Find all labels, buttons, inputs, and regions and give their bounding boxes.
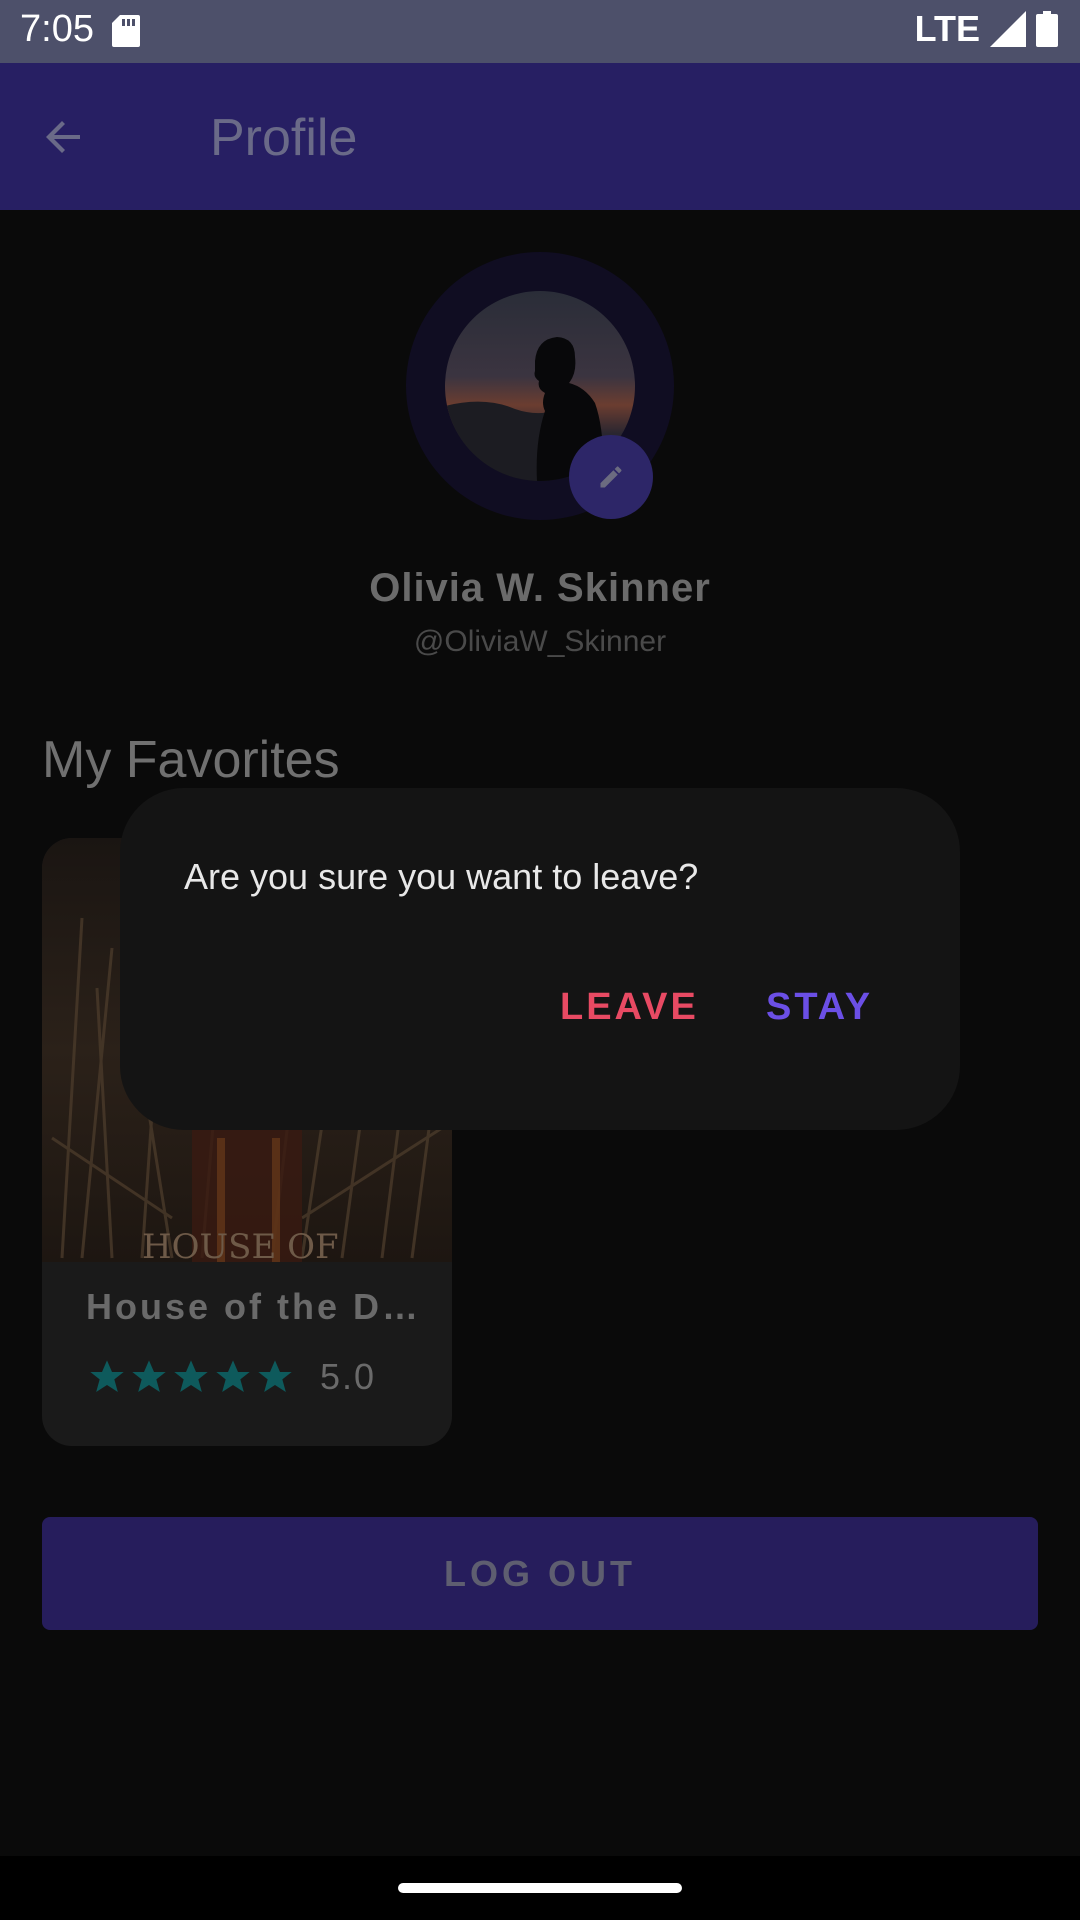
leave-button[interactable]: LEAVE [560, 986, 699, 1029]
status-bar: 7:05 LTE [0, 0, 1080, 63]
star-icon [258, 1360, 292, 1392]
sd-card-icon [112, 15, 140, 47]
status-right: LTE [915, 8, 1058, 50]
page-title: Profile [210, 109, 358, 167]
star-icon [132, 1360, 166, 1392]
pencil-icon [600, 466, 622, 488]
rating-value: 5.0 [320, 1356, 377, 1397]
star-icon [216, 1360, 250, 1392]
app-bar: Profile [0, 63, 1080, 210]
confirm-leave-dialog: Are you sure you want to leave? LEAVE ST… [120, 788, 960, 1130]
poster-text: HOUSE OF [142, 1227, 339, 1262]
logout-button[interactable]: LOG OUT [42, 1517, 1038, 1630]
navigation-bar [0, 1856, 1080, 1920]
rating-row: 5.0 [86, 1356, 376, 1398]
edit-avatar-button[interactable] [569, 435, 653, 519]
profile-handle: @OliviaW_Skinner [413, 625, 667, 658]
arrow-back-icon[interactable] [40, 113, 88, 161]
profile-name: Olivia W. Skinner [369, 566, 711, 610]
home-indicator[interactable] [398, 1883, 682, 1893]
battery-icon [1036, 11, 1058, 47]
status-time: 7:05 [20, 8, 94, 50]
network-label: LTE [914, 8, 980, 49]
signal-icon [990, 11, 1026, 47]
favorite-title: House of the D… [86, 1286, 422, 1327]
stay-button[interactable]: STAY [766, 986, 873, 1029]
dialog-message: Are you sure you want to leave? [184, 856, 699, 897]
section-title-favorites: My Favorites [42, 731, 340, 789]
star-icon [174, 1360, 208, 1392]
star-icon [90, 1360, 124, 1392]
